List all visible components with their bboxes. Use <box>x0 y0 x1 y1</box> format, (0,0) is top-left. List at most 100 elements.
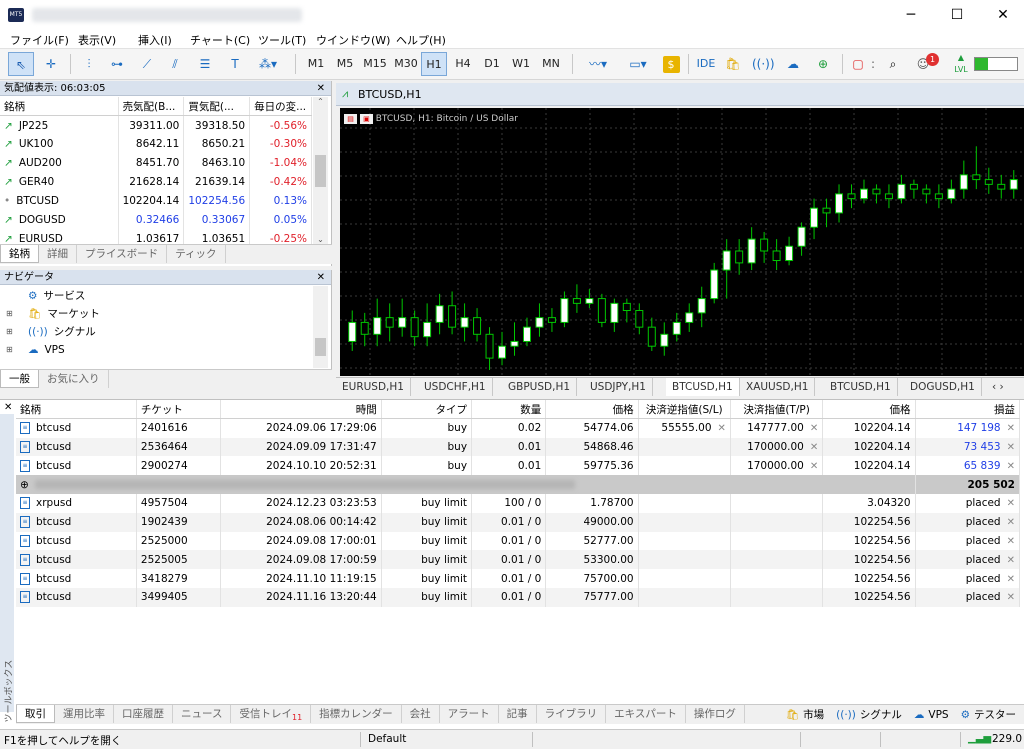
channel-icon[interactable]: ⫽ <box>162 52 188 76</box>
toolbox-right-tab[interactable]: ((·)) シグナル <box>836 709 902 721</box>
globe-icon[interactable]: ⊕ <box>812 52 834 76</box>
sl-cell[interactable] <box>638 569 731 588</box>
nav-item-signals[interactable]: ⊞ ((·)) シグナル <box>6 323 100 341</box>
toolbox-tab[interactable]: 運用比率 <box>55 705 114 723</box>
toolbox-tab[interactable]: 取引 <box>16 705 55 723</box>
price-chart[interactable]: ▤ ▣ BTCUSD, H1: Bitcoin / US Dollar <box>340 108 1024 376</box>
tp-cell[interactable] <box>730 587 824 607</box>
remove-sl-icon[interactable]: ✕ <box>718 423 726 434</box>
cursor-tool-icon[interactable]: ⇖ <box>8 52 34 76</box>
trade-col-header[interactable]: タイプ <box>381 400 473 420</box>
algo-icon[interactable]: ▣ <box>359 114 373 124</box>
position-row[interactable]: ≡ btcusd 2536464 2024.09.09 17:31:47 buy 0.01… <box>16 437 1021 457</box>
toolbox-tab[interactable]: 記事 <box>499 705 537 723</box>
order-row[interactable]: ≡ btcusd 2525000 2024.09.08 17:00:01 buy lim… <box>16 531 1021 551</box>
market-watch-row[interactable]: ↗ EURUSD 1.03617 1.03651 -0.25% <box>0 229 312 244</box>
menu-chart[interactable]: チャート(C) <box>190 32 250 48</box>
signals-icon[interactable]: ((·)) <box>752 52 775 76</box>
trade-col-header[interactable]: 時間 <box>220 400 382 420</box>
remove-tp-icon[interactable]: ✕ <box>810 423 818 434</box>
col-symbol[interactable]: 銘柄 <box>0 97 119 117</box>
timeframe-h1[interactable]: H1 <box>421 52 447 76</box>
toolbox-tab[interactable]: 受信トレイ11 <box>231 705 312 723</box>
trendline-icon[interactable]: ⟋ <box>134 52 160 76</box>
toolbox-right-tab[interactable]: ⚙ テスター <box>961 709 1016 721</box>
text-tool-icon[interactable]: T <box>222 52 248 76</box>
tp-cell[interactable]: 170000.00 ✕ <box>730 437 824 457</box>
timeframe-m15[interactable]: M15 <box>360 52 390 76</box>
maximize-button[interactable]: ☐ <box>934 0 980 30</box>
sl-cell[interactable] <box>638 437 731 457</box>
nav-item-market[interactable]: ⊞ 🛍 マーケット <box>6 305 100 323</box>
menu-file[interactable]: ファイル(F) <box>10 32 69 48</box>
sl-cell[interactable] <box>638 456 731 476</box>
toolbox-right-tab[interactable]: ☁ VPS <box>914 709 949 721</box>
market-bag-icon[interactable]: 🛍 <box>722 52 744 76</box>
position-row[interactable]: ≡ btcusd 2900274 2024.10.10 20:52:31 buy 0.01… <box>16 456 1021 476</box>
delete-order-icon[interactable]: ✕ <box>1007 498 1015 509</box>
delete-order-icon[interactable]: ✕ <box>1007 555 1015 566</box>
order-row[interactable]: ≡ xrpusd 4957504 2024.12.23 03:23:53 buy lim… <box>16 493 1021 513</box>
trade-panel-icon[interactable]: ▤ <box>344 114 357 124</box>
market-watch-row[interactable]: ↗ GER40 21628.14 21639.14 -0.42% <box>0 172 312 192</box>
search-icon[interactable]: ⌕ <box>882 52 904 76</box>
close-position-icon[interactable]: ✕ <box>1007 461 1015 472</box>
timeframe-d1[interactable]: D1 <box>479 52 505 76</box>
close-position-icon[interactable]: ✕ <box>1007 423 1015 434</box>
position-row[interactable]: ≡ btcusd 2401616 2024.09.06 17:29:06 buy 0.02… <box>16 418 1021 438</box>
fibonacci-icon[interactable]: ☰ <box>192 52 218 76</box>
toolbox-tab[interactable]: 会社 <box>402 705 440 723</box>
sl-cell[interactable] <box>638 550 731 570</box>
tp-cell[interactable] <box>730 550 824 570</box>
chart-tab[interactable]: GBPUSD,H1 <box>502 378 578 396</box>
chart-tab[interactable]: EURUSD,H1 <box>336 378 411 396</box>
timeframe-h4[interactable]: H4 <box>450 52 476 76</box>
chart-type-icon[interactable]: 〰▾ <box>580 52 616 76</box>
col-change[interactable]: 毎日の変... <box>249 97 312 117</box>
close-icon[interactable]: ✕ <box>317 81 325 96</box>
toolbox-tab[interactable]: アラート <box>440 705 499 723</box>
sl-cell[interactable] <box>638 493 731 513</box>
menu-tools[interactable]: ツール(T) <box>258 32 306 48</box>
tab-ticks[interactable]: ティック <box>167 245 226 263</box>
minimize-button[interactable]: ─ <box>888 0 934 30</box>
stop-icon[interactable]: ▢ <box>848 52 868 76</box>
market-watch-row[interactable]: ↗ JP225 39311.00 39318.50 -0.56% <box>0 115 312 135</box>
chart-tab[interactable]: DOGUSD,H1 <box>904 378 982 396</box>
tab-price-board[interactable]: プライスボード <box>77 245 168 263</box>
tab-details[interactable]: 詳細 <box>39 245 77 263</box>
sl-cell[interactable] <box>638 531 731 551</box>
menu-view[interactable]: 表示(V) <box>78 32 116 48</box>
tp-cell[interactable]: 170000.00 ✕ <box>730 456 824 476</box>
tp-cell[interactable] <box>730 512 824 532</box>
timeframe-mn[interactable]: MN <box>537 52 565 76</box>
trade-col-header[interactable]: 決済指値(T/P) <box>730 400 824 420</box>
delete-order-icon[interactable]: ✕ <box>1007 517 1015 528</box>
toolbox-right-tab[interactable]: 🛍 市場 <box>786 709 824 721</box>
close-position-icon[interactable]: ✕ <box>1007 442 1015 453</box>
trade-col-header[interactable]: 価格 <box>545 400 639 420</box>
close-icon[interactable]: ✕ <box>317 270 325 285</box>
menu-window[interactable]: ウインドウ(W) <box>316 32 390 48</box>
chart-tab[interactable]: BTCUSD,H1 <box>666 378 740 396</box>
toolbox-tab[interactable]: ライブラリ <box>537 705 607 723</box>
chart-tab-scroll-icon[interactable]: ‹ › <box>986 378 1010 396</box>
toolbox-tab[interactable]: 操作ログ <box>686 705 745 723</box>
order-row[interactable]: ≡ btcusd 1902439 2024.08.06 00:14:42 buy lim… <box>16 512 1021 532</box>
delete-order-icon[interactable]: ✕ <box>1007 574 1015 585</box>
tab-favorites[interactable]: お気に入り <box>39 370 109 388</box>
timeframe-m5[interactable]: M5 <box>331 52 359 76</box>
chart-tab[interactable]: USDCHF,H1 <box>418 378 493 396</box>
crosshair-icon[interactable]: ✛ <box>38 52 64 76</box>
menu-insert[interactable]: 挿入(I) <box>138 32 172 48</box>
market-watch-row[interactable]: • BTCUSD 102204.14 102254.56 0.13% <box>0 191 312 211</box>
close-button[interactable]: ✕ <box>980 0 1024 30</box>
nav-item-services[interactable]: ⚙ サービス <box>6 287 100 305</box>
templates-icon[interactable]: ▭▾ <box>620 52 656 76</box>
toolbox-tab[interactable]: 口座履歴 <box>114 705 173 723</box>
tab-general[interactable]: 一般 <box>0 370 39 388</box>
trade-col-header[interactable]: 損益 <box>915 400 1021 420</box>
delete-order-icon[interactable]: ✕ <box>1007 536 1015 547</box>
order-row[interactable]: ≡ btcusd 2525005 2024.09.08 17:00:59 buy lim… <box>16 550 1021 570</box>
chevron-down-icon[interactable]: : <box>868 52 878 76</box>
